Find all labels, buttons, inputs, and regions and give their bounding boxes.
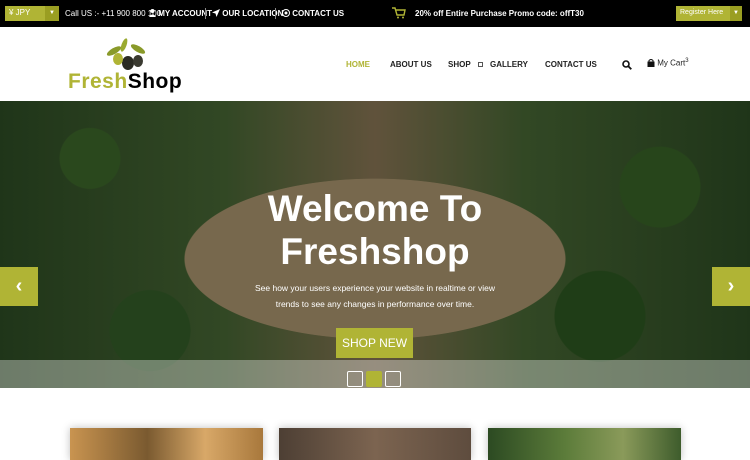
logo-text: FreshShop (68, 70, 182, 94)
phone-number: Call US :- +11 900 800 100 (65, 9, 162, 18)
user-icon (149, 9, 156, 17)
logo-shop: Shop (127, 70, 183, 93)
contact-us-label: CONTACT US (292, 9, 345, 18)
category-card[interactable] (488, 428, 681, 460)
hero-title-line2: Freshshop (280, 231, 470, 272)
nav-gallery[interactable]: GALLERY (490, 60, 528, 69)
slide-dot-1[interactable] (347, 371, 363, 387)
contact-us-link[interactable]: CONTACT US (282, 9, 344, 18)
currency-select[interactable]: ¥ JPY ▼ (5, 6, 59, 21)
dropdown-icon (477, 62, 483, 67)
hero-title: Welcome To Freshshop (0, 187, 750, 273)
chevron-down-icon: ▼ (45, 6, 59, 21)
nav-about[interactable]: ABOUT US (390, 60, 432, 69)
search-icon[interactable] (622, 60, 632, 70)
nav-home[interactable]: HOME (346, 60, 370, 69)
top-bar: ¥ JPY ▼ Call US :- +11 900 800 100 MY AC… (0, 0, 750, 27)
nav-contact[interactable]: CONTACT US (545, 60, 597, 69)
slide-dot-2[interactable] (366, 371, 382, 387)
slide-dot-3[interactable] (385, 371, 401, 387)
promo-text: 20% off Entire Purchase Promo code: offT… (415, 9, 584, 18)
chevron-right-icon: › (727, 275, 735, 297)
nav-shop-label: SHOP (448, 60, 471, 69)
my-cart-link[interactable]: My Cart3 (647, 58, 689, 68)
register-select[interactable]: Register Here ▼ (676, 6, 742, 21)
chevron-left-icon: ‹ (15, 275, 23, 297)
cart-label: My Cart (657, 58, 686, 68)
my-account-label: MY ACCOUNT (158, 9, 213, 18)
logo-fresh: Fresh (68, 70, 128, 93)
olive-branch-icon (106, 38, 146, 70)
cart-icon (392, 7, 406, 19)
hero-slider: Welcome To Freshshop See how your users … (0, 101, 750, 388)
hero-title-line1: Welcome To (267, 188, 483, 229)
cart-count: 3 (685, 58, 689, 64)
shopping-bag-icon (647, 58, 655, 67)
shop-new-button[interactable]: SHOP NEW (336, 328, 413, 358)
divider (205, 8, 206, 19)
chevron-down-icon: ▼ (730, 6, 742, 21)
my-account-link[interactable]: MY ACCOUNT (149, 9, 212, 18)
category-card[interactable] (70, 428, 263, 460)
hero-subtitle: See how your users experience your websi… (254, 283, 495, 309)
category-card[interactable] (279, 428, 471, 460)
site-logo[interactable]: FreshShop (68, 37, 188, 97)
currency-value: ¥ JPY (9, 8, 31, 17)
location-arrow-icon (212, 9, 220, 17)
prev-slide-button[interactable]: ‹ (0, 267, 38, 306)
nav-shop[interactable]: SHOP (448, 60, 483, 69)
our-location-link[interactable]: OUR LOCATION (212, 9, 283, 18)
divider (275, 8, 276, 19)
next-slide-button[interactable]: › (712, 267, 750, 306)
headset-icon (282, 9, 290, 17)
register-label: Register Here (680, 9, 724, 16)
site-header: FreshShop HOME ABOUT US SHOP GALLERY CON… (0, 27, 750, 101)
